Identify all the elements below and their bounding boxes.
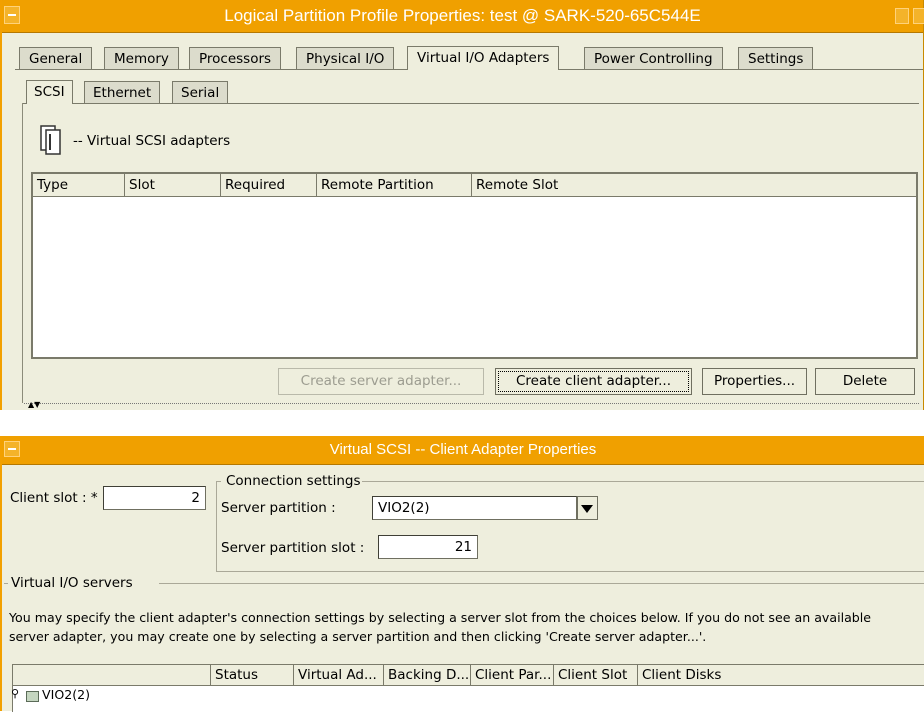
tab-general[interactable]: General xyxy=(19,47,93,69)
column-label: Status xyxy=(215,667,259,683)
profile-window-titlebar[interactable]: Logical Partition Profile Properties: te… xyxy=(2,0,924,33)
adapter-icon xyxy=(40,125,66,157)
maximize-button[interactable] xyxy=(913,8,924,24)
server-icon xyxy=(26,691,39,702)
column-label: Backing D... xyxy=(388,667,470,683)
table-header: Type Slot Required Remote Partition Remo… xyxy=(33,174,916,197)
splitter-handle[interactable]: ▲▼ xyxy=(24,401,919,409)
column-client-slot[interactable]: Client Slot xyxy=(554,665,638,685)
window-menu-icon[interactable] xyxy=(4,6,20,24)
column-label: Remote Partition xyxy=(321,177,434,193)
subtab-serial[interactable]: Serial xyxy=(172,81,229,103)
virtual-scsi-adapters-table[interactable]: Type Slot Required Remote Partition Remo… xyxy=(31,172,918,359)
column-label: Remote Slot xyxy=(476,177,559,193)
table-row[interactable]: ⚲ VIO2(2) xyxy=(11,685,313,705)
column-client-partition[interactable]: Client Par... xyxy=(471,665,554,685)
group-border xyxy=(159,583,924,584)
subtab-strip-divider xyxy=(22,103,919,104)
column-virtual-adapter[interactable]: Virtual Ad... xyxy=(294,665,384,685)
info-text-line-1: You may specify the client adapter's con… xyxy=(9,610,872,625)
column-status[interactable]: Status xyxy=(211,665,294,685)
subtab-scsi[interactable]: SCSI xyxy=(26,80,73,104)
virtual-io-servers-title: Virtual I/O servers xyxy=(11,575,133,591)
column-name[interactable] xyxy=(13,665,211,685)
profile-properties-window: Logical Partition Profile Properties: te… xyxy=(0,0,924,410)
column-backing-device[interactable]: Backing D... xyxy=(384,665,471,685)
subtab-label: Ethernet xyxy=(93,85,152,101)
column-client-disks[interactable]: Client Disks xyxy=(638,665,924,685)
column-label: Client Slot xyxy=(558,667,628,683)
create-client-adapter-button[interactable]: Create client adapter... xyxy=(495,368,692,395)
delete-button[interactable]: Delete xyxy=(815,368,915,395)
subtab-ethernet[interactable]: Ethernet xyxy=(84,81,161,103)
group-border xyxy=(216,571,924,572)
tab-processors[interactable]: Processors xyxy=(189,47,282,69)
server-partition-slot-label: Server partition slot : xyxy=(221,540,365,556)
server-partition-select[interactable]: VIO2(2) xyxy=(372,496,577,520)
button-label: Create server adapter... xyxy=(300,373,462,389)
window-title: Virtual SCSI -- Client Adapter Propertie… xyxy=(329,441,597,458)
button-label: Create client adapter... xyxy=(516,373,671,389)
tab-memory[interactable]: Memory xyxy=(104,47,179,69)
tree-node-icon[interactable]: ⚲ xyxy=(11,687,19,700)
tab-virtual-io-adapters[interactable]: Virtual I/O Adapters xyxy=(407,46,560,70)
tab-label: Virtual I/O Adapters xyxy=(417,50,550,66)
group-border xyxy=(4,583,8,584)
column-slot[interactable]: Slot xyxy=(125,174,221,196)
tab-settings[interactable]: Settings xyxy=(738,47,814,69)
create-server-adapter-button[interactable]: Create server adapter... xyxy=(278,368,484,395)
tab-label: Memory xyxy=(114,51,169,67)
client-slot-label: Client slot : * xyxy=(10,490,98,506)
group-border xyxy=(216,481,217,571)
tab-label: Settings xyxy=(748,51,804,67)
window-menu-icon[interactable] xyxy=(4,441,20,457)
column-label: Virtual Ad... xyxy=(298,667,377,683)
tab-label: Physical I/O xyxy=(306,51,385,67)
tab-power-controlling[interactable]: Power Controlling xyxy=(584,47,723,69)
button-label: Properties... xyxy=(713,373,796,389)
table-header: Status Virtual Ad... Backing D... Client… xyxy=(13,665,924,686)
client-slot-input[interactable]: 2 xyxy=(103,486,206,510)
server-partition-label: Server partition : xyxy=(221,500,336,516)
button-label: Delete xyxy=(842,373,888,389)
properties-button[interactable]: Properties... xyxy=(702,368,807,395)
column-label: Slot xyxy=(129,177,155,193)
window-title: Logical Partition Profile Properties: te… xyxy=(224,6,701,25)
column-label: Type xyxy=(37,177,69,193)
group-border xyxy=(362,481,924,482)
tab-label: Processors xyxy=(199,51,272,67)
column-remote-partition[interactable]: Remote Partition xyxy=(317,174,472,196)
dropdown-arrow-icon xyxy=(581,505,593,513)
server-partition-dropdown-button[interactable] xyxy=(577,496,598,520)
column-remote-slot[interactable]: Remote Slot xyxy=(472,174,916,196)
tab-label: Power Controlling xyxy=(594,51,713,67)
server-partition-slot-input[interactable]: 21 xyxy=(378,535,478,559)
column-label: Required xyxy=(225,177,286,193)
column-label: Client Disks xyxy=(642,667,722,683)
subtab-label: Serial xyxy=(181,85,220,101)
tab-physical-io[interactable]: Physical I/O xyxy=(296,47,395,69)
column-type[interactable]: Type xyxy=(33,174,125,196)
collapse-arrows-icon[interactable]: ▲▼ xyxy=(28,401,40,409)
column-label: Client Par... xyxy=(475,667,552,683)
panel-left-border xyxy=(22,103,23,403)
tab-label: General xyxy=(29,51,83,67)
minimize-button[interactable] xyxy=(895,8,909,24)
column-required[interactable]: Required xyxy=(221,174,317,196)
client-adapter-properties-window: Virtual SCSI -- Client Adapter Propertie… xyxy=(0,436,924,712)
section-label: -- Virtual SCSI adapters xyxy=(73,133,231,149)
server-row-label: VIO2(2) xyxy=(42,687,91,702)
client-adapter-titlebar[interactable]: Virtual SCSI -- Client Adapter Propertie… xyxy=(2,436,924,465)
virtual-io-servers-table[interactable]: Status Virtual Ad... Backing D... Client… xyxy=(11,664,924,712)
subtab-label: SCSI xyxy=(34,84,65,100)
connection-settings-title: Connection settings xyxy=(226,473,361,489)
info-text-line-2: server adapter, you may create one by se… xyxy=(9,629,707,644)
